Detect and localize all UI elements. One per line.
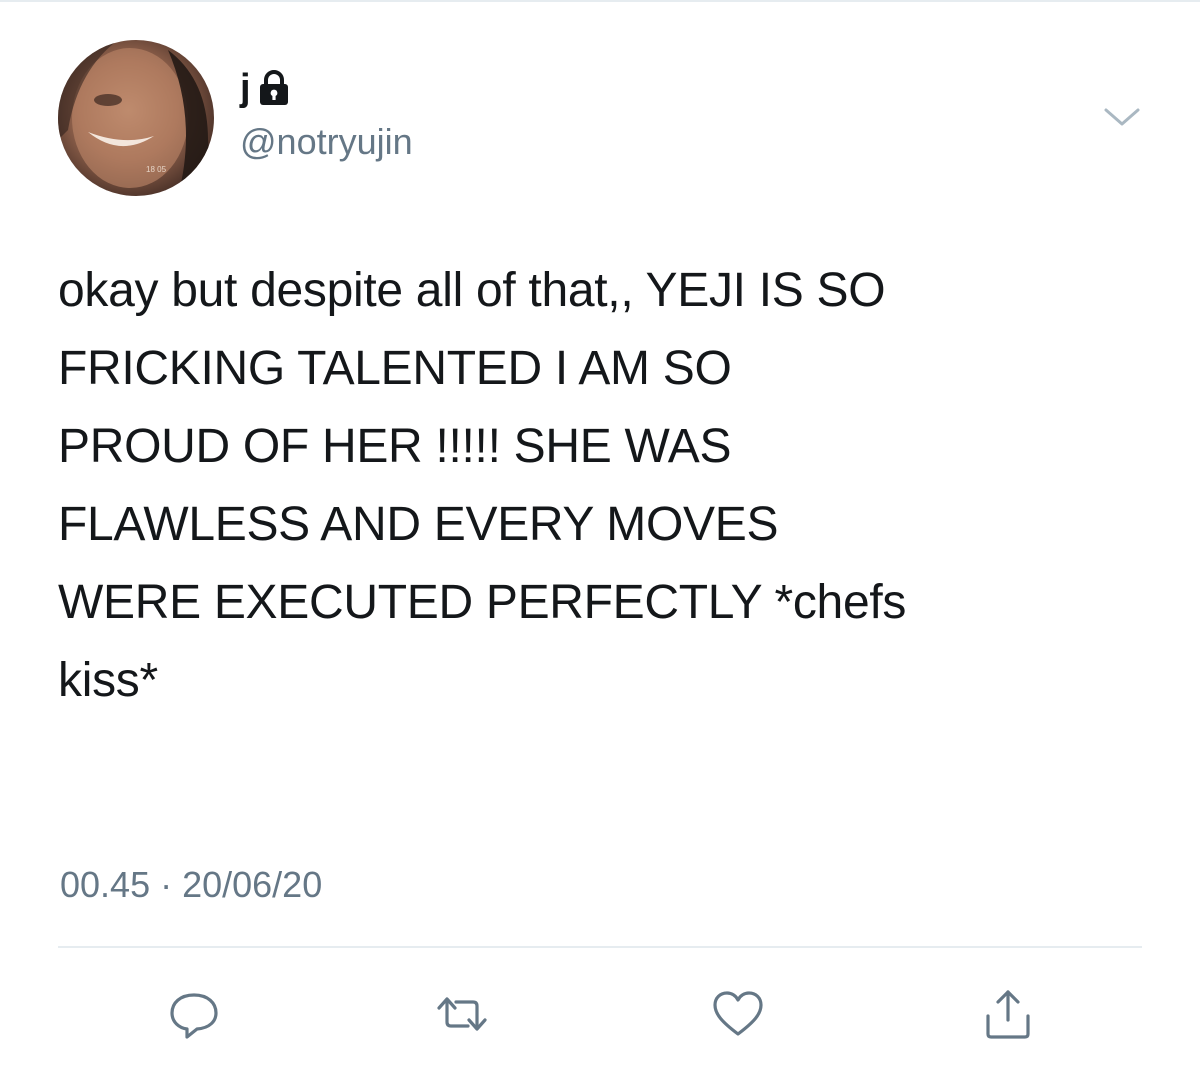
tweet-date: 20/06/20 bbox=[182, 864, 323, 905]
tweet-text: okay but despite all of that,, YEJI IS S… bbox=[58, 252, 1158, 720]
reply-icon bbox=[170, 993, 218, 1039]
display-name-row[interactable]: j bbox=[240, 66, 291, 110]
like-button[interactable] bbox=[708, 984, 768, 1044]
share-icon bbox=[986, 990, 1030, 1039]
reply-button[interactable] bbox=[164, 984, 224, 1044]
retweet-button[interactable] bbox=[432, 984, 492, 1044]
meta-separator: · bbox=[160, 864, 173, 905]
chevron-down-icon[interactable] bbox=[1100, 100, 1144, 134]
svg-text:18 05: 18 05 bbox=[146, 165, 167, 174]
tweet-text-line: kiss* bbox=[58, 654, 158, 707]
top-divider bbox=[0, 0, 1200, 2]
display-name[interactable]: j bbox=[240, 69, 251, 107]
lock-icon bbox=[259, 70, 288, 105]
tweet-timestamp[interactable]: 00.45 · 20/06/20 bbox=[60, 864, 322, 906]
tweet-text-line: WERE EXECUTED PERFECTLY *chefs bbox=[58, 576, 907, 629]
tweet-text-line: FLAWLESS AND EVERY MOVES bbox=[58, 498, 779, 551]
avatar[interactable]: 18 05 bbox=[58, 40, 214, 196]
tweet-text-line: okay but despite all of that,, YEJI IS S… bbox=[58, 264, 886, 317]
share-button[interactable] bbox=[978, 984, 1038, 1044]
user-handle[interactable]: @notryujin bbox=[240, 122, 413, 162]
heart-icon bbox=[713, 991, 763, 1036]
tweet-text-line: PROUD OF HER !!!!! SHE WAS bbox=[58, 420, 732, 473]
tweet-time: 00.45 bbox=[60, 864, 151, 905]
actions-divider bbox=[58, 946, 1142, 948]
tweet-text-line: FRICKING TALENTED I AM SO bbox=[58, 342, 732, 395]
retweet-icon bbox=[437, 997, 487, 1031]
